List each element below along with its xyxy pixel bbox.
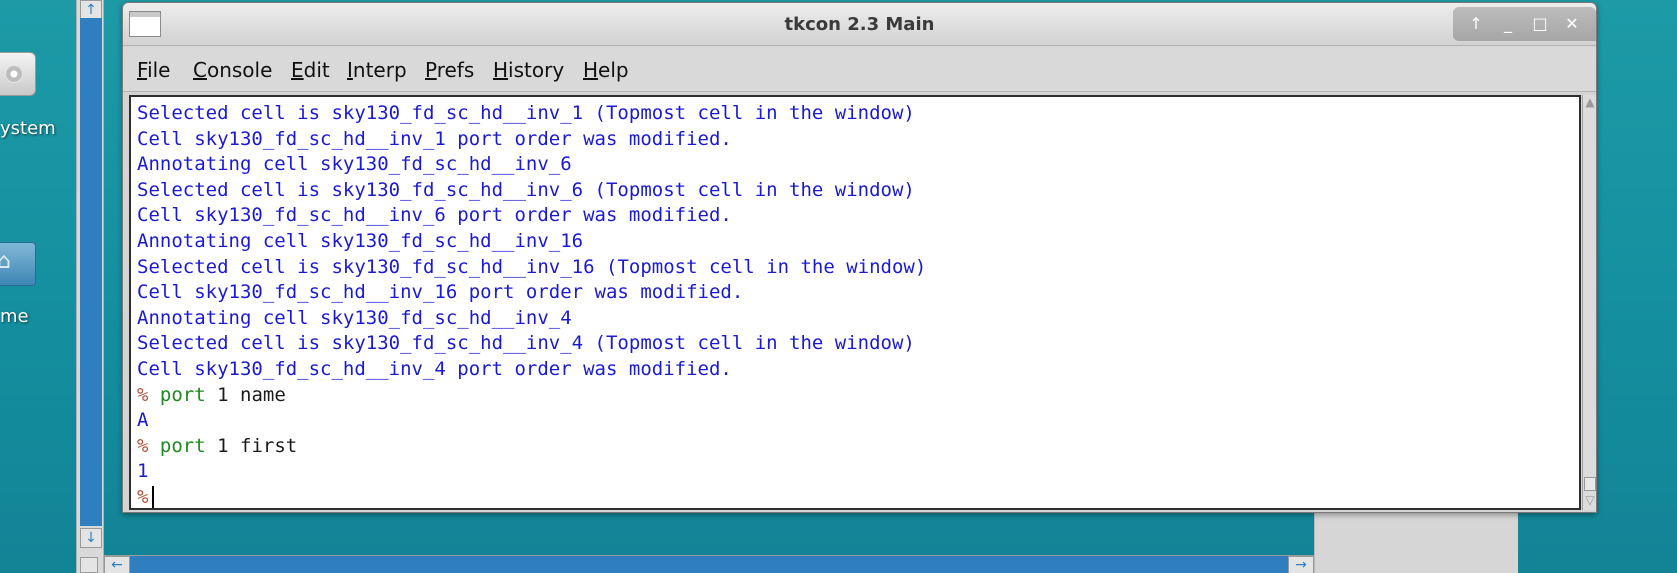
output-line: Annotating cell sky130_fd_sc_hd__inv_6 [137,153,572,176]
menu-help[interactable]: Help [583,58,629,82]
command-result: 1 [137,460,149,483]
scroll-up-arrow-icon[interactable]: ▲ [1584,95,1596,109]
scroll-down-arrow-icon[interactable]: ▽ [1584,493,1596,507]
command-name: port [159,434,206,457]
desktop-icon-filesystem[interactable]: ystem [0,44,70,144]
menu-interp[interactable]: Interp [347,58,407,82]
scroll-up-arrow-icon[interactable]: ↑ [80,0,102,20]
menu-history[interactable]: History [493,58,564,82]
output-line: Cell sky130_fd_sc_hd__inv_4 port order w… [137,357,732,380]
command-name: port [159,383,206,406]
desktop-icon-label: ystem [0,118,56,139]
drive-icon [0,52,36,96]
menu-edit[interactable]: Edit [291,58,330,82]
desktop-icon-home[interactable]: me [0,240,70,340]
desktop-icon-label: me [0,306,29,327]
console-scrollbar[interactable]: ▲ ▽ [1582,95,1596,510]
output-line: Selected cell is sky130_fd_sc_hd__inv_6 … [137,178,915,201]
output-line: Annotating cell sky130_fd_sc_hd__inv_16 [137,229,584,252]
output-line: Cell sky130_fd_sc_hd__inv_1 port order w… [137,127,732,150]
scroll-corner-icon [80,557,98,573]
prompt: % [137,485,149,508]
command-line: % port 1 first [137,434,926,460]
scroll-left-arrow-icon[interactable]: ← [104,556,130,573]
menu-bar: File Console Edit Interp Prefs History H… [123,47,1596,92]
output-line: Cell sky130_fd_sc_hd__inv_16 port order … [137,281,744,304]
scroll-down-arrow-icon[interactable]: ↓ [80,528,102,548]
window-title: tkcon 2.3 Main [784,14,935,35]
output-line: Selected cell is sky130_fd_sc_hd__inv_1 … [137,102,915,124]
title-bar[interactable]: tkcon 2.3 Main ↑ _ □ ✕ [123,3,1596,46]
menu-console[interactable]: Console [193,58,272,82]
console-lines: Selected cell is sky130_fd_sc_hd__inv_1 … [137,101,926,511]
output-line: Selected cell is sky130_fd_sc_hd__inv_16… [137,255,927,278]
window-controls: ↑ _ □ ✕ [1453,7,1596,41]
command-args: 1 name [217,383,286,406]
scrollbar-trough[interactable] [80,18,102,526]
output-line: Annotating cell sky130_fd_sc_hd__inv_4 [137,306,572,329]
output-line: Cell sky130_fd_sc_hd__inv_6 port order w… [137,204,732,227]
shade-up-icon[interactable]: ↑ [1463,12,1489,36]
text-cursor [152,486,155,509]
output-line: Selected cell is sky130_fd_sc_hd__inv_4 … [137,332,915,355]
background-window-scrollbar[interactable]: ↑ ↓ [76,0,104,573]
maximize-icon[interactable]: □ [1527,12,1553,36]
command-line: % port 1 name [137,383,926,409]
menu-file[interactable]: File [137,58,170,82]
home-folder-icon [0,242,36,286]
prompt: % [137,434,149,457]
scroll-right-arrow-icon[interactable]: → [1288,556,1314,573]
input-line[interactable]: % [137,485,926,511]
tkcon-window: tkcon 2.3 Main ↑ _ □ ✕ File Console Edit… [122,2,1597,513]
minimize-icon[interactable]: _ [1495,12,1521,36]
command-args: 1 first [217,434,298,457]
close-icon[interactable]: ✕ [1559,12,1585,36]
scrollbar-thumb[interactable] [1584,477,1596,491]
background-window-hscrollbar[interactable]: ← → [104,555,1314,573]
prompt: % [137,383,149,406]
menu-prefs[interactable]: Prefs [425,58,474,82]
command-result: A [137,409,149,432]
console-text-area[interactable]: Selected cell is sky130_fd_sc_hd__inv_1 … [129,95,1581,510]
